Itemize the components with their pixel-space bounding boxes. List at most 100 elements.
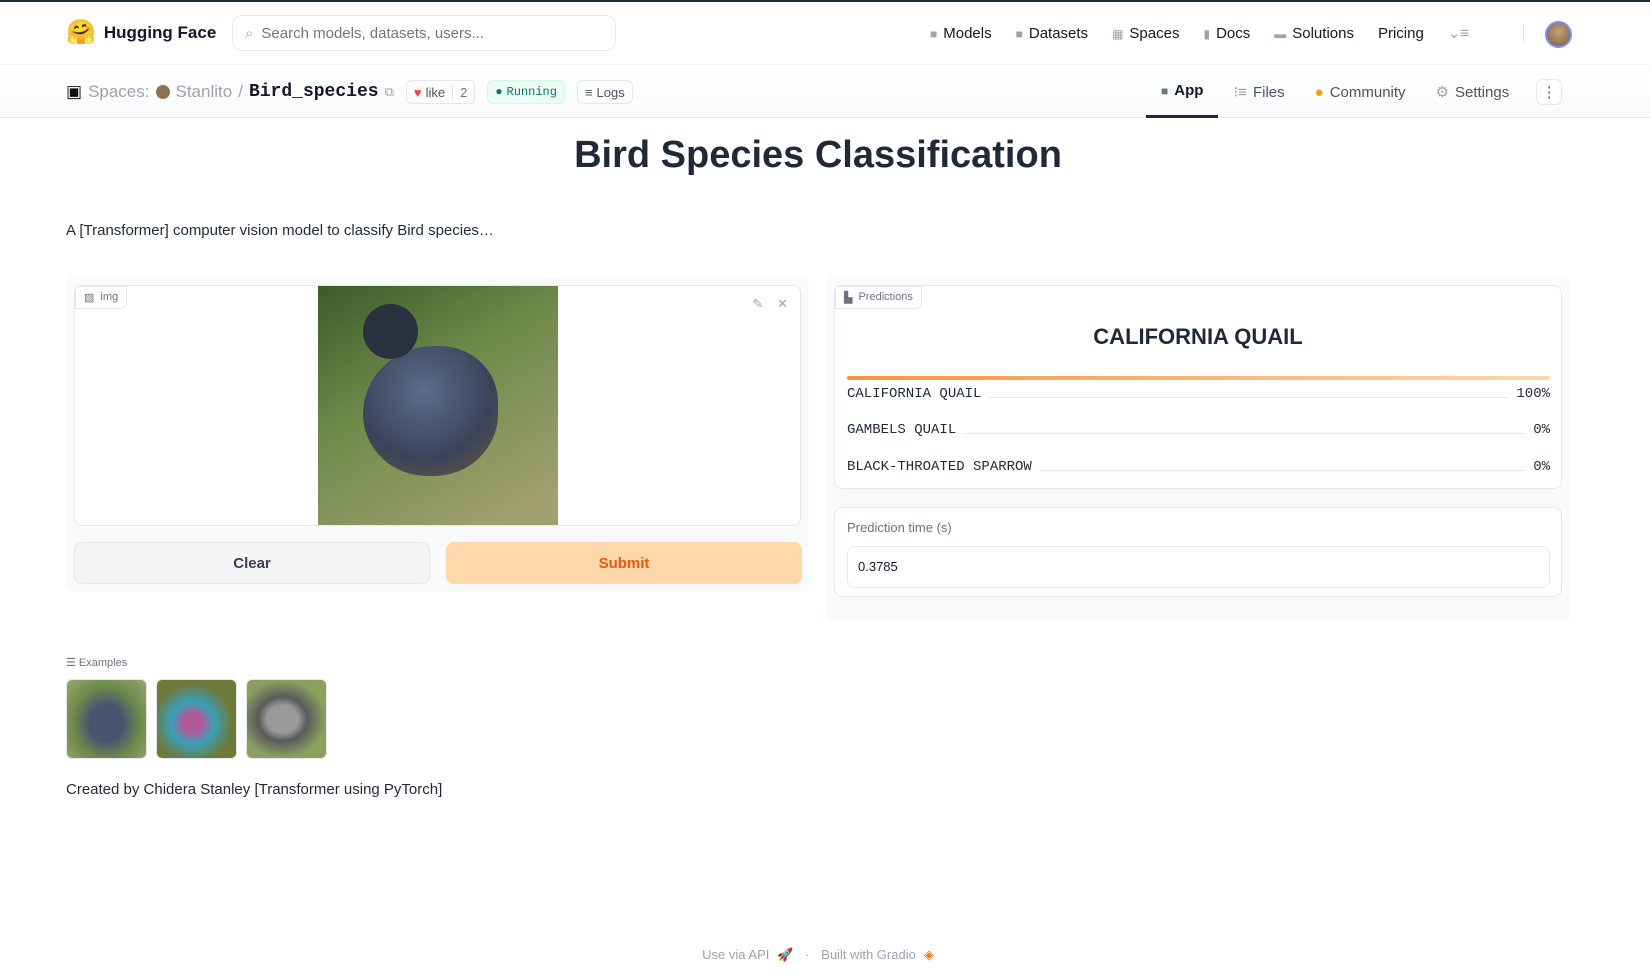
gear-icon: ⚙ (1435, 84, 1449, 101)
space-header: ▣ Spaces: Stanlito / Bird_species ⧉ ♥ like 2… (0, 66, 1650, 118)
prediction-name: BLACK-THROATED SPARROW (847, 459, 1032, 475)
grid-icon: ▦ (1112, 26, 1124, 41)
prediction-row: CALIFORNIA QUAIL 100% (847, 386, 1550, 402)
briefcase-icon: ▬ (1274, 26, 1287, 41)
tab-label: Settings (1455, 83, 1510, 101)
output-panel: ▙ Predictions CALIFORNIA QUAIL CALIFORNIA… (826, 277, 1570, 622)
rocket-icon: 🚀 (777, 947, 794, 962)
predictions-label: ▙ Predictions (835, 286, 922, 309)
brand-name: Hugging Face (103, 22, 217, 42)
nav-models[interactable]: ■ Models (930, 25, 992, 42)
nav-label: Solutions (1292, 24, 1354, 42)
community-icon: ● (1314, 83, 1324, 101)
files-icon: ⁝≡ (1233, 84, 1247, 101)
use-via-api-link[interactable]: Use via API (702, 947, 769, 962)
book-icon: ▮ (1203, 26, 1211, 41)
spaces-icon: ▣ (66, 82, 83, 101)
more-options-button[interactable]: ⋮ (1536, 79, 1563, 105)
tab-label: Files (1252, 83, 1285, 101)
space-name[interactable]: Bird_species (249, 82, 379, 102)
divider (1523, 24, 1524, 44)
prediction-time-label: Prediction time (s) (847, 520, 952, 535)
examples-label-text: Examples (78, 657, 128, 669)
prediction-value: 100% (1516, 386, 1550, 402)
logs-icon: ≡ (584, 84, 593, 100)
search-input[interactable] (261, 24, 592, 42)
bar-chart-icon: ▙ (844, 292, 853, 304)
tab-app[interactable]: ■ App (1146, 66, 1219, 118)
owner-link[interactable]: Stanlito (176, 82, 233, 102)
page-title: Bird Species Classification (574, 134, 1062, 176)
close-icon[interactable]: ✕ (777, 296, 788, 312)
nav-solutions[interactable]: ▬ Solutions (1274, 25, 1354, 42)
more-menu-icon[interactable]: ⌄≡ (1448, 24, 1469, 42)
top-nav: 🤗 Hugging Face ⌕ ■ Models ■ Datasets ▦ Space… (0, 2, 1650, 65)
like-count: 2 (452, 84, 467, 100)
prediction-value: 0% (1533, 422, 1550, 438)
image-label-text: img (100, 291, 119, 303)
copy-icon[interactable]: ⧉ (385, 84, 394, 100)
confidence-bar (847, 376, 1550, 380)
nav-spaces[interactable]: ▦ Spaces (1112, 25, 1179, 42)
list-icon: ☰ (66, 657, 79, 669)
separator: / (238, 82, 243, 101)
cube-icon: ■ (1161, 83, 1169, 98)
nav-label: Spaces (1129, 24, 1180, 42)
tab-files[interactable]: ⁝≡ Files (1218, 66, 1299, 118)
built-with-gradio-link[interactable]: Built with Gradio (821, 947, 916, 962)
edit-icon[interactable]: ✎ (752, 296, 763, 312)
example-roller[interactable] (156, 679, 237, 759)
nav-pricing[interactable]: Pricing (1378, 25, 1424, 42)
tab-community[interactable]: ● Community (1300, 66, 1421, 118)
examples-label: ☰ Examples (66, 656, 127, 669)
example-turaco[interactable] (246, 679, 327, 759)
search-box[interactable]: ⌕ (232, 15, 616, 51)
tab-label: Community (1329, 83, 1406, 101)
owner-avatar (155, 85, 170, 99)
prediction-name: GAMBELS QUAIL (847, 422, 957, 438)
image-icon: ▨ (84, 292, 95, 304)
heart-icon: ♥ (413, 84, 422, 100)
input-panel: ▨ img ✎ ✕ Clear Submit (66, 277, 809, 592)
image-input[interactable]: ▨ img ✎ ✕ (74, 285, 801, 526)
page-description: A [Transformer] computer vision model to… (66, 222, 494, 239)
cube-icon: ■ (930, 26, 938, 41)
status-text: Running (506, 85, 557, 99)
user-avatar[interactable] (1545, 21, 1572, 48)
status-badge: ● Running (487, 80, 565, 104)
prediction-time-field[interactable]: 0.3785 (847, 546, 1550, 588)
hf-logo[interactable]: 🤗 Hugging Face (66, 18, 216, 47)
tab-settings[interactable]: ⚙ Settings (1421, 66, 1525, 118)
prediction-value: 0% (1533, 459, 1550, 475)
database-icon: ■ (1015, 26, 1023, 41)
prediction-row: GAMBELS QUAIL 0% (847, 422, 1550, 438)
nav-docs[interactable]: ▮ Docs (1203, 25, 1250, 42)
uploaded-bird-image (318, 286, 558, 525)
prediction-name: CALIFORNIA QUAIL (847, 386, 982, 402)
like-button[interactable]: ♥ like 2 (405, 80, 476, 104)
clear-button[interactable]: Clear (74, 542, 430, 584)
nav-datasets[interactable]: ■ Datasets (1016, 25, 1088, 42)
example-quail[interactable] (66, 679, 147, 759)
predictions-label-text: Predictions (858, 291, 913, 303)
nav-label: Docs (1216, 24, 1251, 42)
like-label: like (425, 84, 446, 100)
prediction-time-box: Prediction time (s) 0.3785 (834, 507, 1562, 597)
predictions-box: ▙ Predictions CALIFORNIA QUAIL CALIFORNIA… (834, 285, 1562, 489)
credits: Created by Chidera Stanley [Transformer … (66, 781, 443, 798)
separator: · (805, 947, 810, 962)
submit-button[interactable]: Submit (446, 542, 802, 584)
prediction-row: BLACK-THROATED SPARROW 0% (847, 459, 1550, 475)
status-dot-icon: ● (495, 85, 503, 99)
logs-label: Logs (596, 84, 625, 100)
search-icon: ⌕ (245, 24, 254, 42)
logs-button[interactable]: ≡ Logs (576, 80, 633, 104)
tab-label: App (1174, 82, 1204, 99)
gradio-logo-icon: ◈ (923, 947, 934, 962)
nav-label: Models (943, 24, 992, 42)
hugging-face-icon: 🤗 (66, 19, 96, 46)
image-label: ▨ img (75, 286, 128, 309)
nav-label: Datasets (1028, 24, 1089, 42)
spaces-link[interactable]: Spaces: (88, 82, 149, 102)
top-prediction: CALIFORNIA QUAIL (1093, 324, 1303, 349)
